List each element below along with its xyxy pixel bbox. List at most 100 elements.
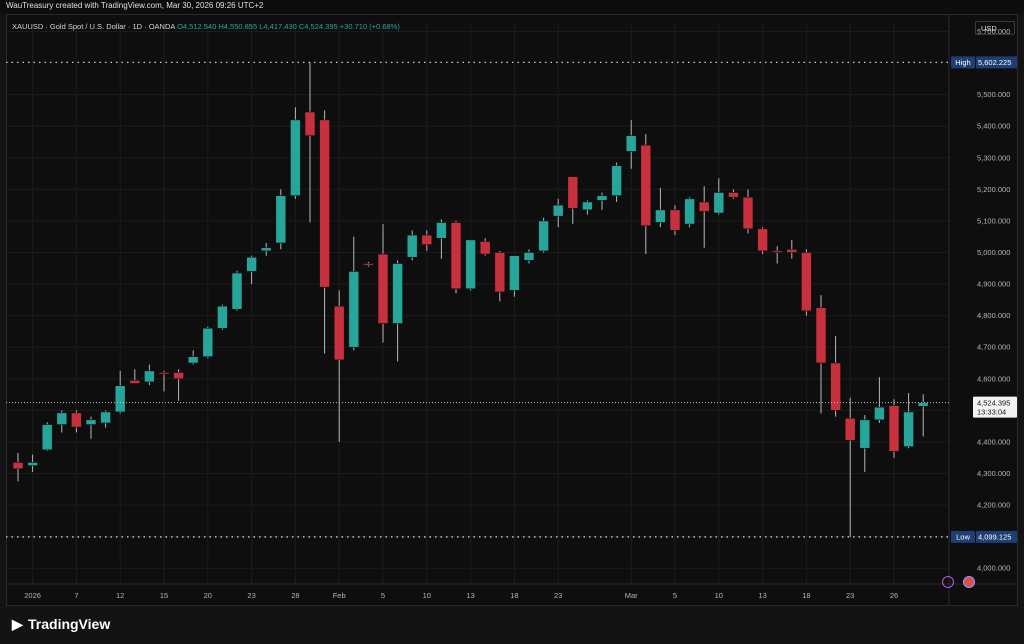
- candle-body: [158, 372, 170, 375]
- candlestick-chart[interactable]: 4,000.0004,100.0004,200.0004,300.0004,40…: [6, 14, 1018, 606]
- x-tick-label: 12: [116, 591, 124, 600]
- y-tick-label: 5,100.000: [977, 216, 1010, 225]
- candle-body: [100, 411, 111, 424]
- x-tick-label: 23: [247, 591, 255, 600]
- candle-body: [655, 209, 666, 223]
- candle-body: [684, 198, 695, 225]
- candle-body: [844, 417, 856, 441]
- candle-body: [771, 250, 783, 253]
- candle-body: [786, 249, 798, 253]
- candle-body: [815, 307, 827, 364]
- high-value: 5,602.225: [978, 58, 1011, 67]
- chart-legend: XAUUSD · Gold Spot / U.S. Dollar · 1D · …: [12, 22, 400, 31]
- x-tick-label: 23: [846, 591, 854, 600]
- candle-body: [304, 111, 316, 136]
- y-tick-label: 4,300.000: [977, 469, 1010, 478]
- y-tick-label: 4,900.000: [977, 280, 1010, 289]
- close-value: C4,524.395: [298, 22, 338, 31]
- candle-body: [41, 424, 53, 451]
- last-price-value: 4,524.395: [977, 399, 1010, 408]
- attribution-text: WauTreasury created with TradingView.com…: [6, 1, 264, 10]
- x-tick-label: 23: [554, 591, 562, 600]
- candle-body: [246, 256, 257, 272]
- attribution-bar: WauTreasury created with TradingView.com…: [0, 0, 1024, 14]
- x-tick-label: 26: [890, 591, 898, 600]
- candle-body: [12, 462, 24, 470]
- candle-body: [903, 411, 914, 447]
- candle-body: [509, 255, 520, 291]
- candle-body: [582, 201, 593, 211]
- candle-body: [494, 252, 506, 293]
- candle-body: [596, 195, 608, 201]
- candle-body: [713, 192, 725, 214]
- indicator-icons: [942, 573, 980, 591]
- candle-body: [144, 370, 155, 383]
- candle-body: [552, 204, 564, 217]
- y-tick-label: 5,500.000: [977, 90, 1010, 99]
- candle-body: [742, 196, 754, 230]
- candle-body: [640, 144, 652, 226]
- x-tick-label: 7: [74, 591, 78, 600]
- x-tick-label: 28: [291, 591, 299, 600]
- low-label: Low: [956, 532, 970, 541]
- candle-body: [56, 412, 68, 425]
- tradingview-logo[interactable]: ▶ TradingView: [12, 616, 110, 633]
- candle-body: [71, 412, 82, 428]
- candle-body: [187, 356, 199, 364]
- brand-label: TradingView: [28, 616, 111, 632]
- candle-body: [290, 119, 301, 196]
- y-tick-label: 5,000.000: [977, 248, 1010, 257]
- candle-body: [319, 119, 330, 288]
- x-tick-label: 18: [510, 591, 518, 600]
- open-value: O4,512.540: [177, 22, 217, 31]
- candle-body: [625, 135, 637, 152]
- candle-body: [392, 263, 403, 324]
- high-label: High: [955, 58, 970, 67]
- candle-body: [173, 372, 184, 380]
- candle-body: [523, 252, 535, 261]
- x-tick-label: 15: [160, 591, 168, 600]
- candle-body: [830, 362, 841, 411]
- candle-body: [333, 305, 345, 361]
- candle-body: [406, 234, 418, 258]
- x-tick-label: 10: [715, 591, 723, 600]
- candle-body: [450, 222, 462, 290]
- y-tick-label: 4,800.000: [977, 311, 1010, 320]
- candle-body: [436, 222, 447, 239]
- candle-body: [538, 220, 549, 252]
- candle-body: [363, 263, 374, 266]
- x-tick-label: 18: [802, 591, 810, 600]
- y-tick-label: 5,400.000: [977, 122, 1010, 131]
- candle-body: [669, 209, 681, 231]
- x-tick-label: 5: [673, 591, 677, 600]
- candle-body: [611, 165, 622, 196]
- candle-body: [231, 272, 243, 310]
- x-tick-label: 10: [423, 591, 431, 600]
- x-tick-label: 5: [381, 591, 385, 600]
- last-price-countdown: 13:33:04: [977, 408, 1006, 417]
- candle-body: [114, 385, 126, 413]
- candle-body: [275, 195, 287, 244]
- y-tick-label: 4,700.000: [977, 343, 1010, 352]
- candle-body: [260, 247, 272, 252]
- currency-button[interactable]: USD: [975, 21, 1015, 35]
- low-value: 4,099.125: [978, 532, 1011, 541]
- us-flag-icon[interactable]: [963, 575, 976, 588]
- y-tick-label: 5,200.000: [977, 185, 1010, 194]
- candle-body: [888, 405, 900, 452]
- candle-body: [859, 419, 871, 449]
- x-tick-label: Mar: [625, 591, 638, 600]
- lightning-icon[interactable]: [942, 575, 954, 588]
- y-tick-label: 4,000.000: [977, 564, 1010, 573]
- candle-body: [377, 253, 389, 324]
- y-tick-label: 4,400.000: [977, 437, 1010, 446]
- high-value: H4,550.855: [218, 22, 258, 31]
- candle-body: [728, 192, 739, 198]
- y-tick-label: 4,600.000: [977, 374, 1010, 383]
- candle-body: [757, 228, 768, 252]
- x-tick-label: Feb: [333, 591, 346, 600]
- change-value: +30.710 (+0.68%): [339, 22, 400, 31]
- tradingview-mark-icon: ▶: [12, 616, 23, 632]
- y-tick-label: 5,300.000: [977, 153, 1010, 162]
- candle-body: [465, 239, 476, 290]
